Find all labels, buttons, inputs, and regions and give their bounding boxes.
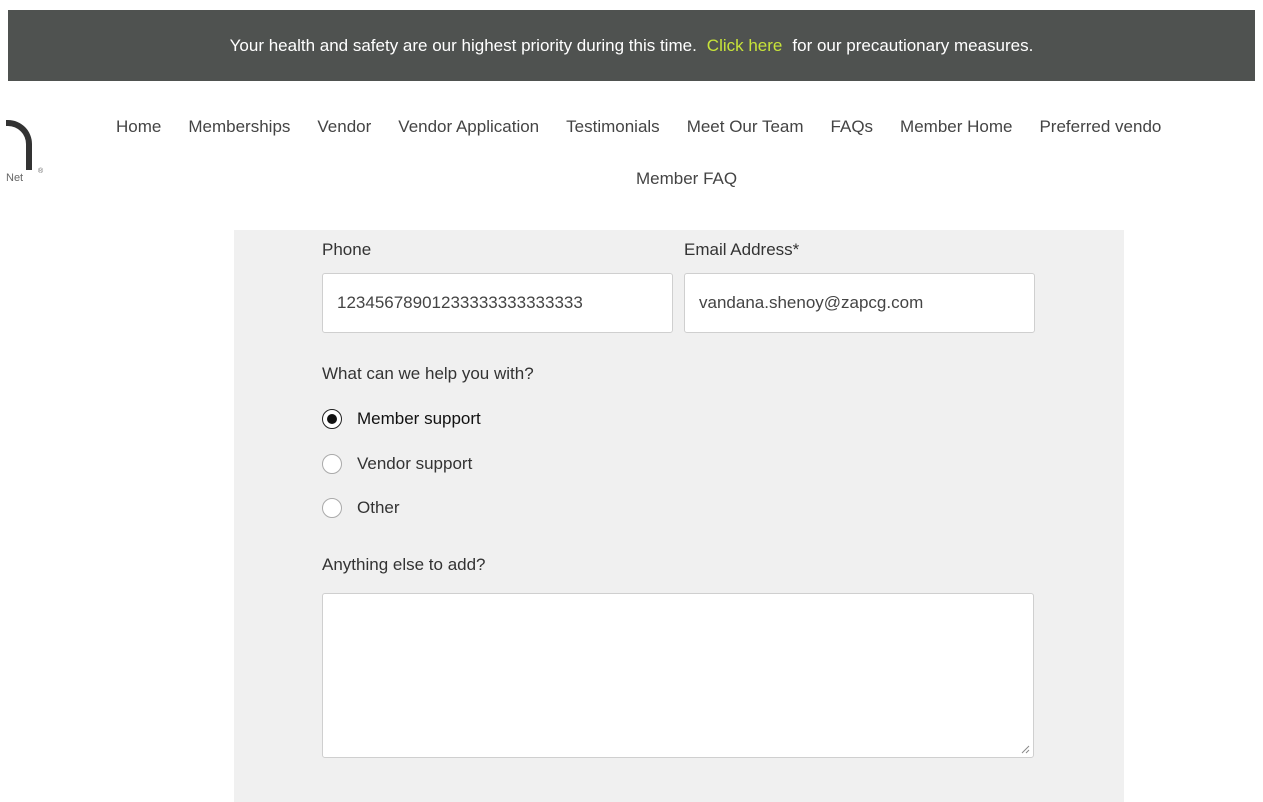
- contact-form: Phone Email Address* 1234567890123333333…: [234, 230, 1124, 802]
- announcement-banner: Your health and safety are our highest p…: [8, 10, 1255, 81]
- radio-button[interactable]: [322, 498, 342, 518]
- site-logo[interactable]: Net ®: [0, 120, 60, 190]
- nav-item-preferred-vendors[interactable]: Preferred vendo: [1039, 117, 1161, 145]
- phone-label: Phone: [322, 240, 372, 259]
- extra-info-textarea[interactable]: [322, 593, 1034, 758]
- page-heading-clipped: [0, 0, 1263, 10]
- email-label: Email Address*: [684, 240, 800, 259]
- nav-item-meet-our-team[interactable]: Meet Our Team: [687, 117, 804, 145]
- help-question-label: What can we help you with?: [322, 364, 534, 383]
- radio-option-vendor-support[interactable]: Vendor support: [322, 454, 472, 474]
- radio-option-other[interactable]: Other: [322, 498, 400, 518]
- radio-label: Vendor support: [357, 454, 473, 473]
- radio-label: Member support: [357, 409, 481, 428]
- nav-item-testimonials[interactable]: Testimonials: [566, 117, 660, 145]
- logo-text: Net: [6, 172, 24, 184]
- nav-item-vendor[interactable]: Vendor: [317, 117, 371, 145]
- logo-mark-icon: [6, 120, 32, 170]
- phone-input[interactable]: 12345678901233333333333333: [322, 273, 673, 333]
- nav-item-home[interactable]: Home: [116, 117, 161, 145]
- banner-link[interactable]: Click here: [707, 36, 783, 56]
- main-nav: Home Memberships Vendor Vendor Applicati…: [116, 117, 1161, 145]
- radio-label: Other: [357, 498, 400, 517]
- radio-option-member-support[interactable]: Member support: [322, 409, 481, 429]
- email-input[interactable]: vandana.shenoy@zapcg.com: [684, 273, 1035, 333]
- logo-registered-mark: ®: [38, 168, 44, 175]
- nav-item-member-faq[interactable]: Member FAQ: [636, 169, 737, 189]
- banner-text-end: for our precautionary measures.: [792, 35, 1034, 55]
- banner-text: Your health and safety are our highest p…: [229, 35, 697, 55]
- nav-item-memberships[interactable]: Memberships: [188, 117, 290, 145]
- extra-info-label: Anything else to add?: [322, 555, 486, 574]
- nav-item-vendor-application[interactable]: Vendor Application: [398, 117, 539, 145]
- radio-button-checked[interactable]: [322, 409, 342, 429]
- resize-handle-icon[interactable]: [1020, 744, 1030, 754]
- nav-item-member-home[interactable]: Member Home: [900, 117, 1012, 145]
- nav-item-faqs[interactable]: FAQs: [831, 117, 874, 145]
- radio-button[interactable]: [322, 454, 342, 474]
